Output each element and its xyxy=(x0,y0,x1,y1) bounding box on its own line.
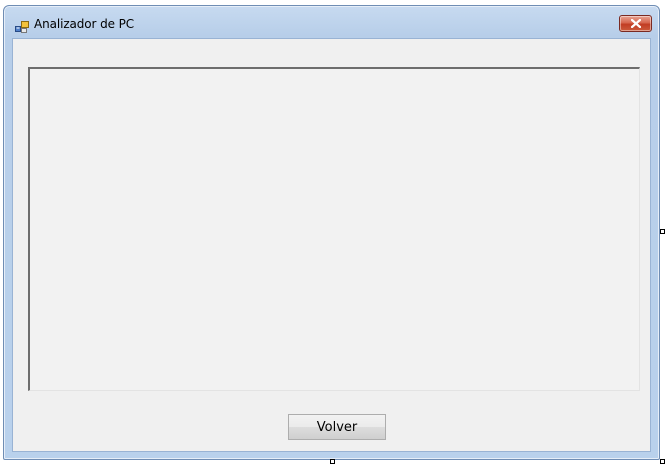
title-bar[interactable]: Analizador de PC xyxy=(4,6,659,38)
resize-handle-corner[interactable] xyxy=(660,459,665,464)
designer-surface: Analizador de PC Volver xyxy=(0,0,665,466)
resize-handle-right[interactable] xyxy=(660,229,665,234)
close-icon xyxy=(631,19,641,28)
resize-handle-bottom[interactable] xyxy=(330,459,335,464)
app-form-icon xyxy=(15,18,29,33)
window-title: Analizador de PC xyxy=(34,17,135,31)
close-button[interactable] xyxy=(619,15,652,32)
output-textbox[interactable] xyxy=(28,67,640,391)
form-window: Analizador de PC Volver xyxy=(3,5,660,460)
client-area: Volver xyxy=(12,38,651,452)
volver-button[interactable]: Volver xyxy=(288,414,386,440)
